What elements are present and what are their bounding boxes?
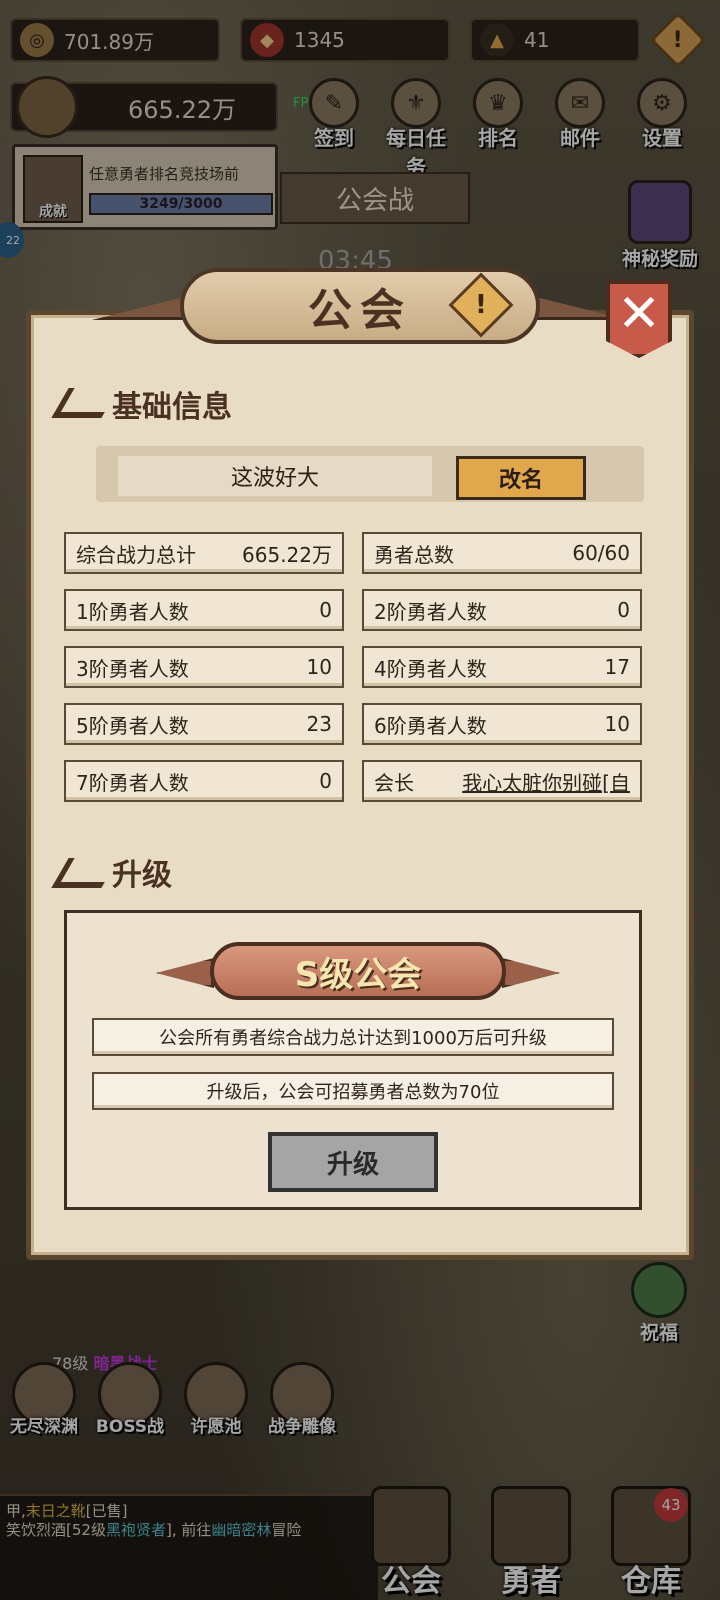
- panel-title: 公会: [308, 285, 412, 336]
- upgrade-requirement: 公会所有勇者综合战力总计达到1000万后可升级: [92, 1018, 614, 1056]
- stat-label: 综合战力总计: [76, 542, 196, 567]
- stat-label: 5阶勇者人数: [76, 713, 189, 738]
- stat-tier3: 3阶勇者人数 10: [64, 646, 344, 688]
- upgrade-benefit: 升级后，公会可招募勇者总数为70位: [92, 1072, 614, 1110]
- close-icon: ✕: [617, 284, 661, 344]
- stat-tier5: 5阶勇者人数 23: [64, 703, 344, 745]
- stat-total-heroes: 勇者总数 60/60: [362, 532, 642, 574]
- stat-value: 17: [604, 655, 630, 679]
- stat-label: 勇者总数: [374, 542, 454, 567]
- basic-info-heading: 基础信息: [112, 390, 232, 425]
- exclamation-icon: !: [475, 289, 487, 320]
- stat-label: 会长: [374, 770, 414, 795]
- leader-name-link[interactable]: 我心太脏你别碰[自: [462, 767, 630, 796]
- stat-value: 0: [617, 598, 630, 622]
- rename-button[interactable]: 改名: [456, 456, 586, 500]
- stat-value: 10: [306, 655, 332, 679]
- stat-tier1: 1阶勇者人数 0: [64, 589, 344, 631]
- upgrade-button[interactable]: 升级: [268, 1132, 438, 1192]
- stat-value: 0: [319, 598, 332, 622]
- stat-tier4: 4阶勇者人数 17: [362, 646, 642, 688]
- stat-label: 6阶勇者人数: [374, 713, 487, 738]
- stat-value: 665.22万: [242, 542, 332, 567]
- stat-value: 0: [319, 769, 332, 793]
- stat-label: 7阶勇者人数: [76, 770, 189, 795]
- stat-label: 4阶勇者人数: [374, 656, 487, 681]
- stat-label: 2阶勇者人数: [374, 599, 487, 624]
- stat-tier7: 7阶勇者人数 0: [64, 760, 344, 802]
- guild-name-field: 这波好大: [118, 456, 432, 496]
- stat-value: 60/60: [572, 541, 630, 565]
- stat-tier2: 2阶勇者人数 0: [362, 589, 642, 631]
- stat-label: 1阶勇者人数: [76, 599, 189, 624]
- stat-value: 10: [604, 712, 630, 736]
- upgrade-heading: 升级: [112, 858, 172, 893]
- stat-value: 23: [306, 712, 332, 736]
- stat-leader[interactable]: 会长 我心太脏你别碰[自: [362, 760, 642, 802]
- guild-grade-banner: S级公会: [210, 942, 506, 1000]
- stat-total-power: 综合战力总计 665.22万: [64, 532, 344, 574]
- stat-tier6: 6阶勇者人数 10: [362, 703, 642, 745]
- stat-label: 3阶勇者人数: [76, 656, 189, 681]
